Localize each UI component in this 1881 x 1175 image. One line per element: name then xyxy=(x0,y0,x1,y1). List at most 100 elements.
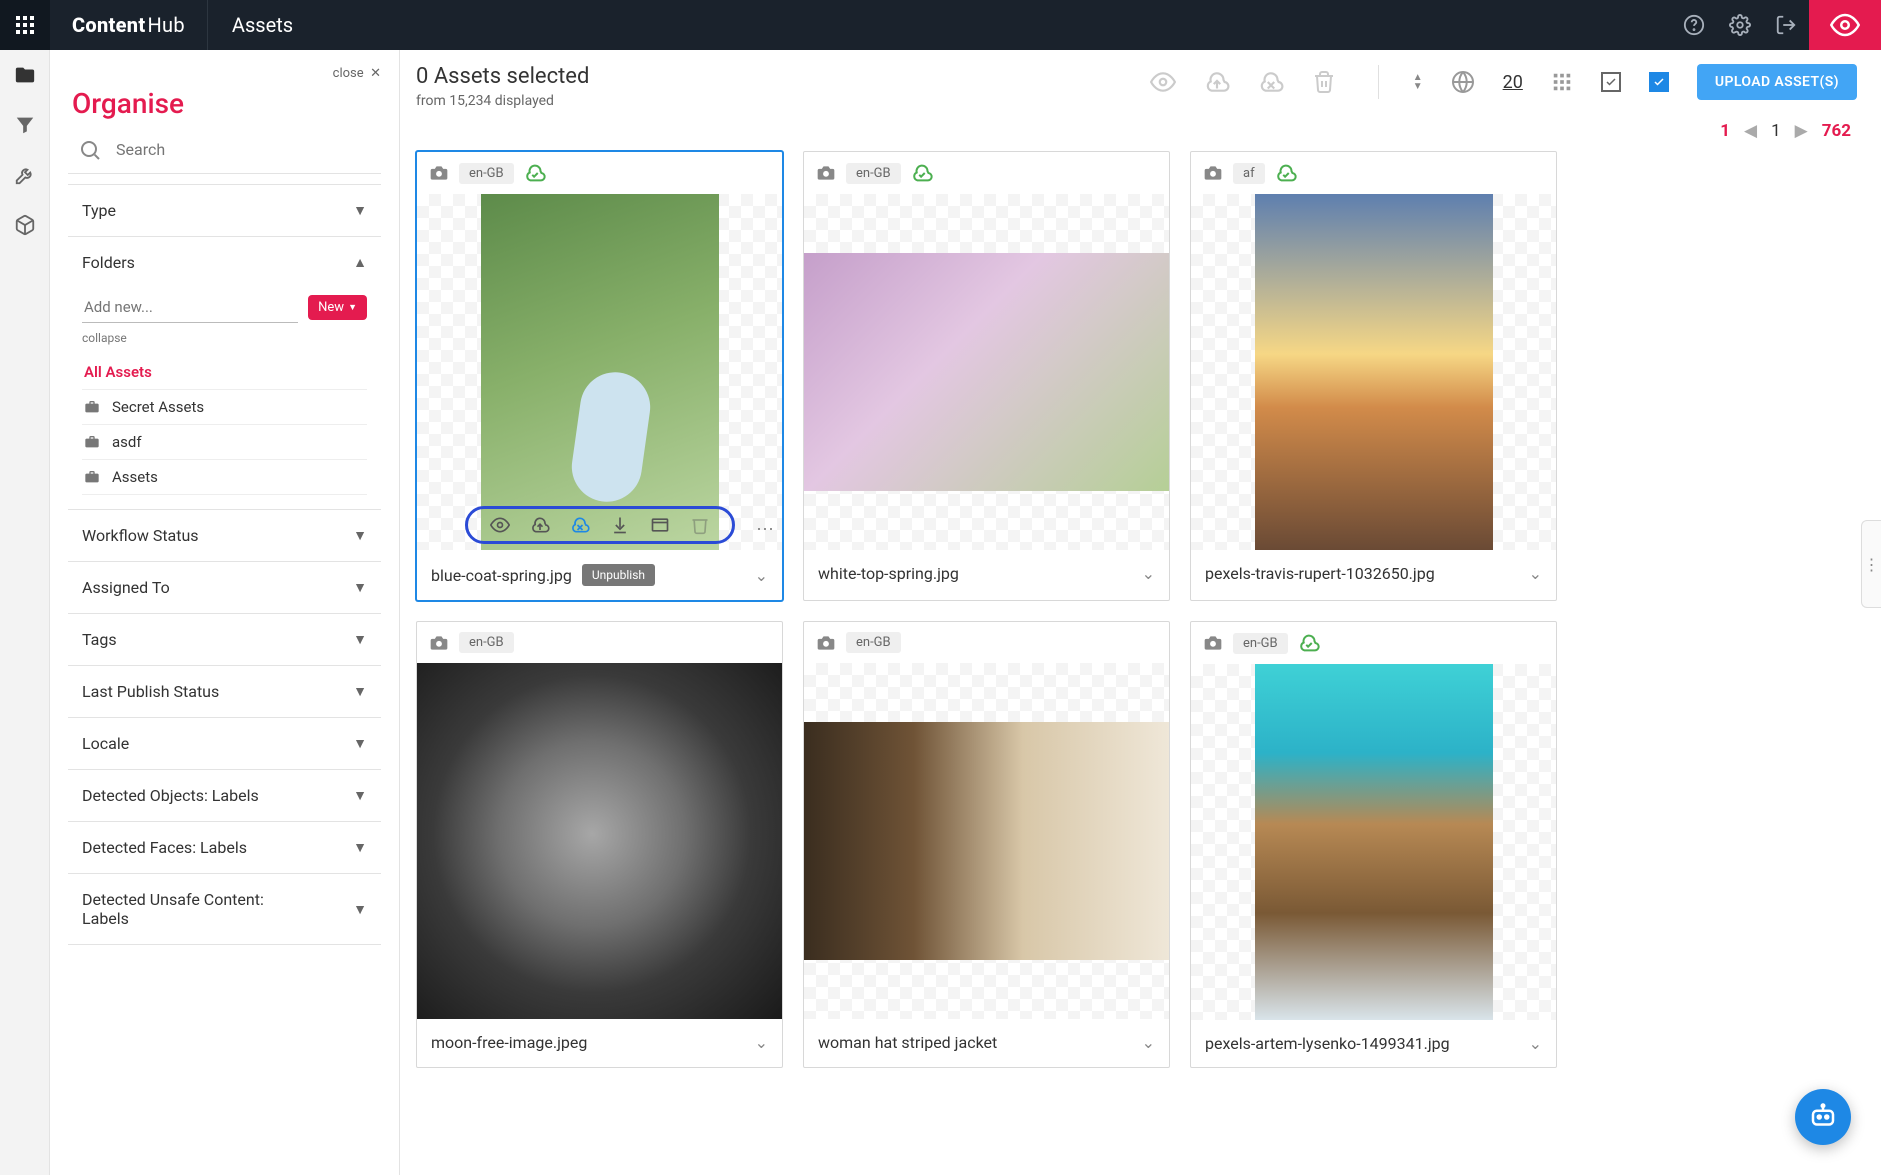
left-rail xyxy=(0,50,50,1175)
select-page-checkbox[interactable] xyxy=(1601,72,1621,92)
acc-tags[interactable]: Tags▼ xyxy=(68,614,381,665)
chevron-down-icon[interactable]: ⌄ xyxy=(1142,1033,1155,1052)
asset-download-icon[interactable] xyxy=(610,515,630,535)
pager-next[interactable]: ▶ xyxy=(1795,121,1808,141)
chevron-down-icon[interactable]: ⌄ xyxy=(755,566,768,585)
asset-card[interactable]: en-GB moon-free-image.jpeg ⌄ xyxy=(416,621,783,1068)
asset-thumbnail[interactable] xyxy=(417,663,782,1019)
rail-cube-icon[interactable] xyxy=(12,212,38,238)
chevron-down-icon: ▼ xyxy=(353,839,367,856)
acc-locale[interactable]: Locale▼ xyxy=(68,718,381,769)
acc-objects-label: Detected Objects: Labels xyxy=(82,786,259,805)
rail-folder-icon[interactable] xyxy=(12,62,38,88)
more-dots-icon[interactable]: ⋯ xyxy=(756,519,776,540)
asset-preview-icon[interactable] xyxy=(490,515,510,535)
chevron-down-icon: ▼ xyxy=(353,787,367,804)
new-folder-button[interactable]: New▼ xyxy=(308,295,367,320)
settings-icon[interactable] xyxy=(1717,0,1763,50)
rail-tools-icon[interactable] xyxy=(12,162,38,188)
pager-total: 762 xyxy=(1822,121,1851,141)
asset-grid: en-GB ⋯ xyxy=(416,151,1873,1068)
chevron-down-icon[interactable]: ⌄ xyxy=(1529,1034,1542,1053)
close-icon: ✕ xyxy=(370,66,381,81)
collapse-link[interactable]: collapse xyxy=(82,331,367,345)
camera-icon xyxy=(429,633,449,653)
folder-all-assets[interactable]: All Assets xyxy=(82,355,367,390)
asset-thumbnail[interactable] xyxy=(804,663,1169,1019)
upload-button[interactable]: UPLOAD ASSET(S) xyxy=(1697,64,1857,100)
asset-publish-icon[interactable] xyxy=(530,515,550,535)
asset-card[interactable]: af pexels-travis-rupert-1032650.jpg ⌄ xyxy=(1190,151,1557,601)
asset-card[interactable]: en-GB woman hat striped jacket ⌄ xyxy=(803,621,1170,1068)
briefcase-icon xyxy=(84,434,102,450)
acc-last-publish-label: Last Publish Status xyxy=(82,682,219,701)
acc-folders[interactable]: Folders▲ xyxy=(68,237,381,288)
bulk-publish-icon[interactable] xyxy=(1204,69,1230,95)
sidebar-search xyxy=(68,134,381,174)
logout-icon[interactable] xyxy=(1763,0,1809,50)
preview-button[interactable] xyxy=(1809,0,1881,50)
asset-card[interactable]: en-GB white-top-spring.jpg ⌄ xyxy=(803,151,1170,601)
locale-badge: en-GB xyxy=(459,163,514,184)
locale-badge: en-GB xyxy=(1233,633,1288,654)
briefcase-icon xyxy=(84,399,102,415)
main-panel: 0 Assets selected from 15,234 displayed … xyxy=(400,50,1881,1175)
chevron-down-icon[interactable]: ⌄ xyxy=(1142,564,1155,583)
acc-assigned[interactable]: Assigned To▼ xyxy=(68,562,381,613)
asset-unpublish-icon[interactable] xyxy=(570,515,590,535)
asset-thumbnail[interactable] xyxy=(1191,664,1556,1020)
chevron-down-icon: ▼ xyxy=(353,901,367,918)
camera-icon xyxy=(429,163,449,183)
chatbot-fab[interactable] xyxy=(1795,1089,1851,1145)
grid-scroll[interactable]: en-GB ⋯ xyxy=(400,145,1881,1175)
asset-delete-icon[interactable] xyxy=(690,515,710,535)
acc-objects[interactable]: Detected Objects: Labels ▼ xyxy=(68,770,381,821)
asset-thumbnail[interactable] xyxy=(804,194,1169,550)
locale-badge: af xyxy=(1233,163,1265,184)
search-input[interactable] xyxy=(112,134,371,165)
folder-row[interactable]: asdf xyxy=(82,425,367,460)
brand-logo: ContentHub xyxy=(50,0,208,50)
asset-thumbnail[interactable] xyxy=(1191,194,1556,550)
asset-thumbnail[interactable]: ⋯ xyxy=(417,194,782,550)
pager-prev[interactable]: ◀ xyxy=(1744,121,1757,141)
caret-down-icon: ▼ xyxy=(348,302,357,313)
asset-card[interactable]: en-GB pexels-artem-lysenko-1499341.jpg ⌄ xyxy=(1190,621,1557,1068)
help-icon[interactable] xyxy=(1671,0,1717,50)
sort-button[interactable]: ▲▼ xyxy=(1413,73,1423,91)
chevron-down-icon[interactable]: ⌄ xyxy=(1529,564,1542,583)
folder-row[interactable]: Assets xyxy=(82,460,367,495)
from-count: from 15,234 displayed xyxy=(416,93,589,109)
acc-unsafe-label: Detected Unsafe Content: Labels xyxy=(82,890,302,928)
chevron-down-icon[interactable]: ⌄ xyxy=(755,1033,768,1052)
asset-card[interactable]: en-GB ⋯ xyxy=(416,151,783,601)
acc-folders-body: New▼ collapse All Assets Secret Assets a… xyxy=(68,288,381,509)
acc-workflow[interactable]: Workflow Status▼ xyxy=(68,510,381,561)
page-size[interactable]: 20 xyxy=(1503,72,1523,93)
asset-edit-icon[interactable] xyxy=(650,515,670,535)
acc-faces[interactable]: Detected Faces: Labels▼ xyxy=(68,822,381,873)
folder-label: Assets xyxy=(112,468,158,486)
sidebar-close[interactable]: close ✕ xyxy=(60,66,389,81)
status-pill: Unpublish xyxy=(582,564,655,586)
accordion: Type▼ Folders▲ New▼ collapse All Assets … xyxy=(68,184,381,945)
chevron-down-icon: ▼ xyxy=(353,735,367,752)
acc-unsafe[interactable]: Detected Unsafe Content: Labels ▼ xyxy=(68,874,381,944)
chevron-down-icon: ▼ xyxy=(353,202,367,219)
asset-filename: pexels-artem-lysenko-1499341.jpg xyxy=(1205,1034,1450,1053)
add-folder-input[interactable] xyxy=(82,292,298,323)
locale-globe-icon[interactable] xyxy=(1451,70,1475,94)
asset-filename: moon-free-image.jpeg xyxy=(431,1033,587,1052)
grid-view-icon[interactable] xyxy=(1551,71,1573,93)
bulk-unpublish-icon[interactable] xyxy=(1258,69,1284,95)
side-drawer-handle[interactable]: ⋮ xyxy=(1861,520,1881,608)
select-all-checkbox[interactable] xyxy=(1649,72,1669,92)
acc-workflow-label: Workflow Status xyxy=(82,526,199,545)
bulk-preview-icon[interactable] xyxy=(1150,69,1176,95)
bulk-delete-icon[interactable] xyxy=(1312,70,1336,94)
acc-last-publish[interactable]: Last Publish Status▼ xyxy=(68,666,381,717)
acc-type[interactable]: Type▼ xyxy=(68,185,381,236)
rail-filter-icon[interactable] xyxy=(12,112,38,138)
apps-menu-button[interactable] xyxy=(0,0,50,50)
folder-row[interactable]: Secret Assets xyxy=(82,390,367,425)
